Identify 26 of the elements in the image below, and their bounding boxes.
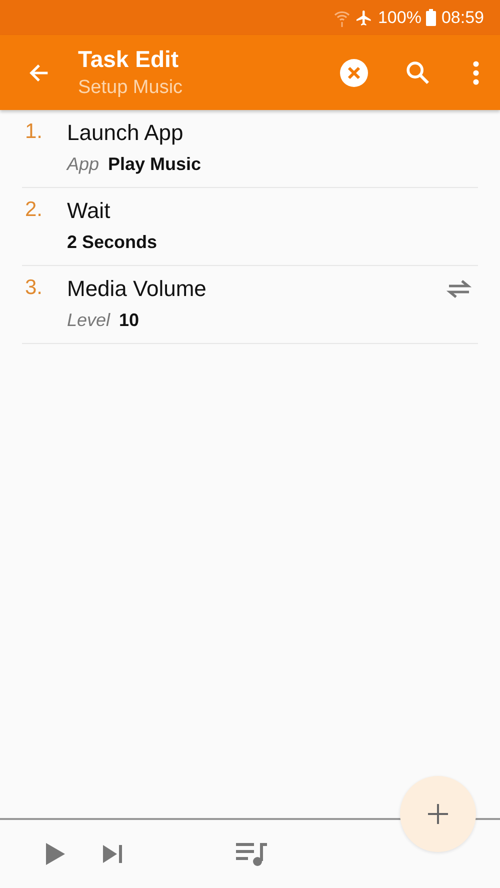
screen-title: Task Edit: [78, 46, 180, 73]
parameter-value: 2 Seconds: [67, 232, 158, 253]
parameter-value: Play Music: [108, 154, 202, 175]
action-name[interactable]: Launch App: [67, 120, 184, 146]
parameter-label: Level: [67, 310, 110, 331]
action-name[interactable]: Media Volume: [67, 276, 206, 302]
swap-arrows-icon[interactable]: [446, 279, 472, 299]
more-icon[interactable]: [472, 60, 480, 86]
clear-icon[interactable]: [340, 58, 368, 86]
parameter-value: 10: [119, 310, 140, 331]
parameter-label: App: [67, 154, 100, 175]
battery-percent: 100%: [378, 8, 422, 28]
playlist-icon[interactable]: [236, 841, 268, 867]
screen-subtitle: Setup Music: [78, 77, 184, 99]
step-number: 2.: [24, 198, 44, 223]
clock: 08:59: [441, 8, 484, 28]
plus-icon: [427, 803, 449, 825]
step-number: 3.: [24, 276, 44, 301]
battery-icon: [426, 9, 436, 26]
airplane-icon: [354, 8, 373, 26]
skip-next-icon[interactable]: [102, 844, 124, 864]
search-icon[interactable]: [404, 58, 432, 86]
action-name[interactable]: Wait: [67, 198, 110, 224]
step-number: 1.: [24, 120, 44, 145]
play-icon[interactable]: [44, 842, 66, 866]
wifi-icon: [334, 8, 350, 26]
